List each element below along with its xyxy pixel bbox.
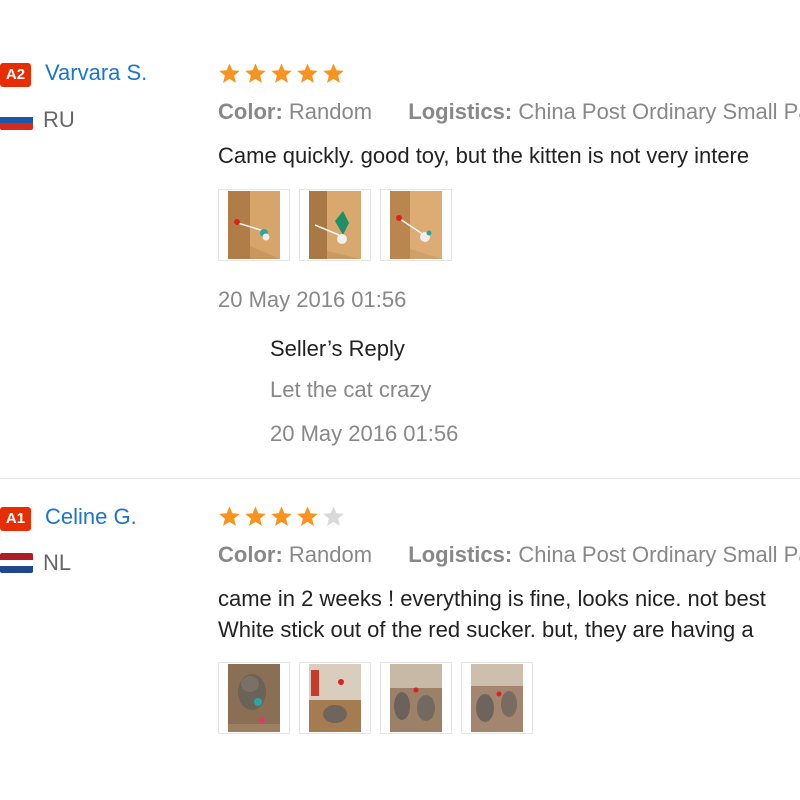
star-filled-icon	[245, 63, 266, 83]
photo-image	[471, 664, 523, 732]
logistics-value: China Post Ordinary Small Pa	[518, 99, 800, 124]
logistics-label: Logistics:	[408, 542, 513, 567]
comment-line: came in 2 weeks ! everything is fine, lo…	[218, 586, 766, 611]
review-photo-thumbnail[interactable]	[299, 662, 371, 734]
flag-ru-icon	[0, 110, 33, 130]
star-rating	[218, 505, 345, 528]
review-photo-thumbnail[interactable]	[299, 189, 371, 261]
comment-line: White stick out of the red sucker. but, …	[218, 617, 754, 642]
star-filled-icon	[219, 63, 240, 83]
review-date: 20 May 2016 01:56	[218, 287, 407, 312]
reviewer-country: NL	[43, 550, 72, 575]
logistics-label: Logistics:	[408, 99, 513, 124]
reviewer-name[interactable]: Varvara S.	[45, 60, 147, 86]
star-filled-icon	[323, 63, 344, 83]
seller-reply-date: 20 May 2016 01:56	[270, 421, 459, 446]
photo-image	[309, 664, 361, 732]
color-value: Random	[288, 542, 373, 567]
star-filled-icon	[219, 506, 240, 526]
reviewer-name[interactable]: Celine G.	[45, 504, 137, 530]
review-card: A2 Varvara S. RU Color: Random Logistics…	[0, 0, 800, 479]
star-filled-icon	[297, 506, 318, 526]
photo-image	[228, 191, 280, 259]
order-attributes: Color: Random Logistics: China Post Ordi…	[218, 542, 800, 568]
star-filled-icon	[245, 506, 266, 526]
photo-image	[309, 191, 361, 259]
review-photos	[218, 662, 533, 734]
review-photo-thumbnail[interactable]	[461, 662, 533, 734]
color-value: Random	[288, 99, 373, 124]
reviewer-country: RU	[43, 107, 75, 132]
star-filled-icon	[271, 63, 292, 83]
order-attributes: Color: Random Logistics: China Post Ordi…	[218, 99, 800, 125]
seller-reply-title: Seller’s Reply	[270, 336, 405, 361]
star-empty-icon	[323, 506, 344, 526]
logistics-value: China Post Ordinary Small Pa	[518, 542, 800, 567]
buyer-level-badge: A1	[0, 507, 31, 531]
review-comment: came in 2 weeks ! everything is fine, lo…	[218, 583, 766, 645]
review-comment: Came quickly. good toy, but the kitten i…	[218, 140, 749, 171]
review-photo-thumbnail[interactable]	[218, 662, 290, 734]
color-label: Color:	[218, 542, 283, 567]
photo-image	[390, 191, 442, 259]
review-photos	[218, 189, 452, 261]
color-label: Color:	[218, 99, 283, 124]
review-photo-thumbnail[interactable]	[218, 189, 290, 261]
photo-image	[390, 664, 442, 732]
photo-image	[228, 664, 280, 732]
review-photo-thumbnail[interactable]	[380, 662, 452, 734]
flag-nl-icon	[0, 553, 33, 573]
comment-line: Came quickly. good toy, but the kitten i…	[218, 143, 750, 168]
review-photo-thumbnail[interactable]	[380, 189, 452, 261]
buyer-level-badge: A2	[0, 63, 31, 87]
seller-reply-text: Let the cat crazy	[270, 377, 432, 402]
star-filled-icon	[297, 63, 318, 83]
review-divider	[0, 478, 800, 479]
review-card: A1 Celine G. NL Color: Random Logistics:…	[0, 480, 800, 800]
star-filled-icon	[271, 506, 292, 526]
star-rating	[218, 62, 345, 85]
